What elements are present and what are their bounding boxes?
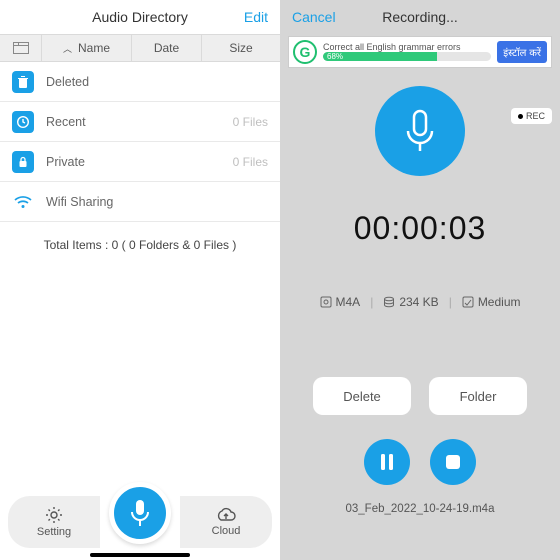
archive-icon xyxy=(13,42,29,54)
recording-mic-button[interactable] xyxy=(375,86,465,176)
recording-title: Recording... xyxy=(382,9,457,25)
list-item-count: 0 Files xyxy=(233,155,268,169)
folder-list: Deleted Recent 0 Files Private 0 Files W… xyxy=(0,62,280,222)
record-button[interactable] xyxy=(109,482,171,544)
list-item-label: Wifi Sharing xyxy=(46,195,268,209)
col-type[interactable] xyxy=(0,35,42,61)
quality-chip: Medium xyxy=(462,295,521,309)
size-chip: 234 KB xyxy=(383,295,438,309)
bottom-bar: Setting Cloud xyxy=(0,474,280,560)
list-item-label: Deleted xyxy=(46,75,268,89)
ad-text: Correct all English grammar errors xyxy=(323,43,491,53)
folder-button[interactable]: Folder xyxy=(429,377,527,415)
page-title: Audio Directory xyxy=(92,9,188,25)
pause-button[interactable] xyxy=(364,439,410,485)
column-header-row: ︿ Name Date Size xyxy=(0,34,280,62)
ad-progress: 68% xyxy=(323,52,491,61)
stop-button[interactable] xyxy=(430,439,476,485)
cloud-icon xyxy=(215,507,237,523)
list-item-label: Recent xyxy=(46,115,233,129)
format-label: M4A xyxy=(336,295,361,309)
timer-display: 00:00:03 xyxy=(280,210,560,247)
pause-icon xyxy=(379,453,395,471)
chevron-up-icon: ︿ xyxy=(63,42,72,55)
list-item-label: Private xyxy=(46,155,233,169)
folder-clock-icon xyxy=(12,111,34,133)
mic-area: REC xyxy=(280,86,560,176)
list-item-recent[interactable]: Recent 0 Files xyxy=(0,102,280,142)
col-name[interactable]: ︿ Name xyxy=(42,35,132,61)
ad-banner[interactable]: G Correct all English grammar errors 68%… xyxy=(288,36,552,68)
col-date-label: Date xyxy=(154,41,179,55)
ad-progress-fill: 68% xyxy=(323,52,437,61)
stop-icon xyxy=(445,454,461,470)
tab-setting[interactable]: Setting xyxy=(8,496,100,548)
size-label: 234 KB xyxy=(399,295,438,309)
separator: | xyxy=(370,295,373,309)
quality-icon xyxy=(462,296,474,308)
left-navbar: Audio Directory Edit xyxy=(0,0,280,34)
col-size-label: Size xyxy=(229,41,252,55)
ad-text-block: Correct all English grammar errors 68% xyxy=(323,43,491,62)
microphone-icon xyxy=(128,498,152,528)
tab-label: Cloud xyxy=(212,525,241,537)
tab-label: Setting xyxy=(37,526,71,538)
list-item-private[interactable]: Private 0 Files xyxy=(0,142,280,182)
gear-icon xyxy=(45,506,63,524)
col-name-label: Name xyxy=(78,41,110,55)
action-row: Delete Folder xyxy=(280,377,560,415)
control-row xyxy=(280,439,560,485)
list-item-deleted[interactable]: Deleted xyxy=(0,62,280,102)
separator: | xyxy=(449,295,452,309)
cancel-button[interactable]: Cancel xyxy=(292,9,336,25)
rec-dot-icon xyxy=(518,114,523,119)
filename-label: 03_Feb_2022_10-24-19.m4a xyxy=(280,503,560,515)
file-info-row: M4A | 234 KB | Medium xyxy=(280,295,560,309)
grammarly-logo-icon: G xyxy=(293,40,317,64)
home-indicator xyxy=(90,553,190,557)
recording-pane: Cancel Recording... G Correct all Englis… xyxy=(280,0,560,560)
ad-install-button[interactable]: इंस्टॉल करें xyxy=(497,41,547,63)
tab-cloud[interactable]: Cloud xyxy=(180,496,272,548)
storage-icon xyxy=(383,296,395,308)
total-summary: Total Items : 0 ( 0 Folders & 0 Files ) xyxy=(0,222,280,268)
microphone-icon xyxy=(402,107,438,155)
wifi-icon xyxy=(12,191,34,213)
col-date[interactable]: Date xyxy=(132,35,202,61)
rec-badge: REC xyxy=(511,108,552,124)
format-chip: M4A xyxy=(320,295,361,309)
folder-trash-icon xyxy=(12,71,34,93)
format-icon xyxy=(320,296,332,308)
delete-button[interactable]: Delete xyxy=(313,377,411,415)
quality-label: Medium xyxy=(478,295,521,309)
col-size[interactable]: Size xyxy=(202,35,280,61)
list-item-count: 0 Files xyxy=(233,115,268,129)
directory-pane: Audio Directory Edit ︿ Name Date Size De… xyxy=(0,0,280,560)
rec-badge-label: REC xyxy=(526,111,545,121)
folder-lock-icon xyxy=(12,151,34,173)
right-navbar: Cancel Recording... xyxy=(280,0,560,34)
edit-button[interactable]: Edit xyxy=(244,9,268,25)
list-item-wifi-sharing[interactable]: Wifi Sharing xyxy=(0,182,280,222)
